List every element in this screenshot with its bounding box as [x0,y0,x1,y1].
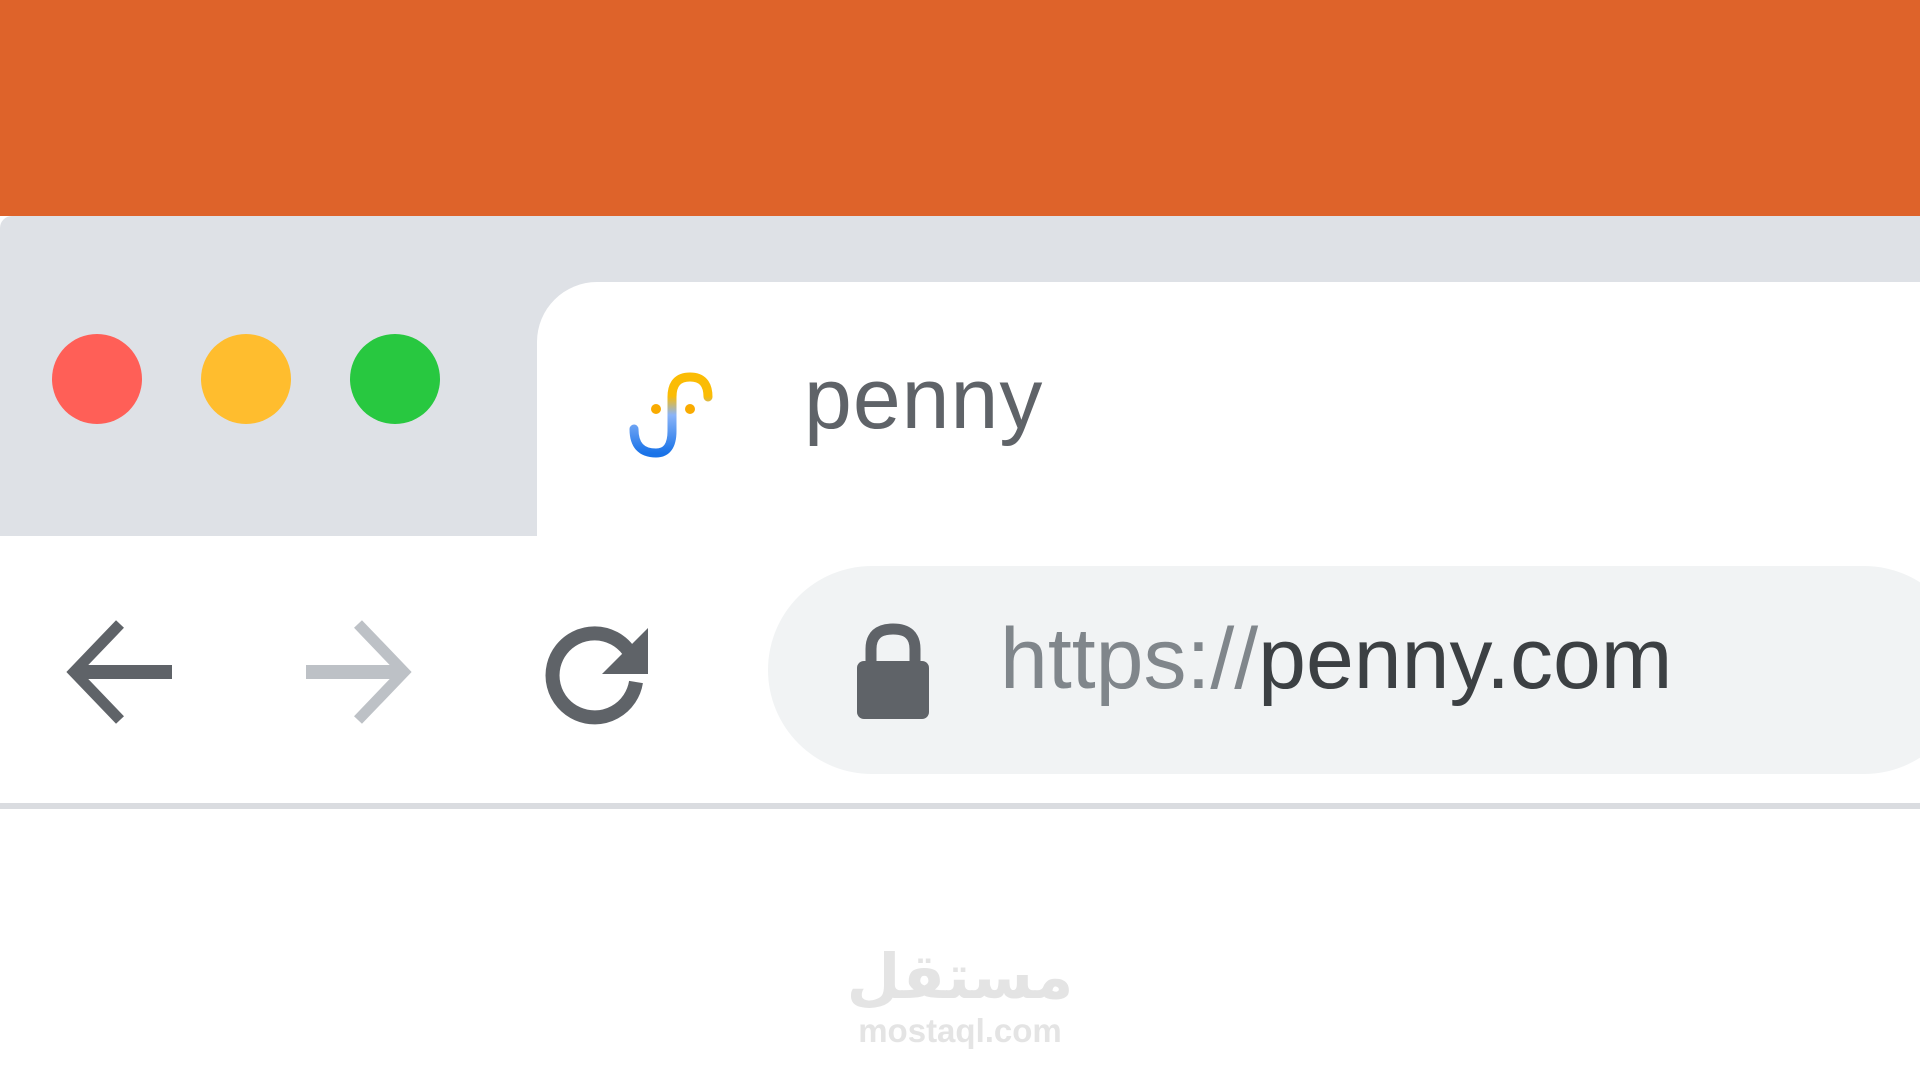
watermark-logo: مستقل [846,940,1074,1013]
toolbar-divider [0,803,1920,809]
header-band [0,0,1920,216]
tab-strip-bottom [0,476,480,536]
url-text[interactable]: https://penny.com [1000,616,1672,702]
url-host: penny.com [1258,611,1673,707]
window-close-button[interactable] [52,334,142,424]
window-maximize-button[interactable] [350,334,440,424]
reload-icon[interactable] [536,612,656,732]
lock-icon[interactable] [855,621,931,721]
active-tab[interactable] [537,282,1920,612]
window-minimize-button[interactable] [201,334,291,424]
url-scheme: https:// [1000,611,1259,707]
arrow-left-icon[interactable] [60,612,180,732]
watermark-site: mostaql.com [858,1012,1062,1049]
penny-logo-icon [629,372,713,458]
arrow-right-icon[interactable] [298,612,418,732]
tab-title: penny [804,351,1044,447]
watermark: مستقل mostaql.com [838,940,1082,1049]
